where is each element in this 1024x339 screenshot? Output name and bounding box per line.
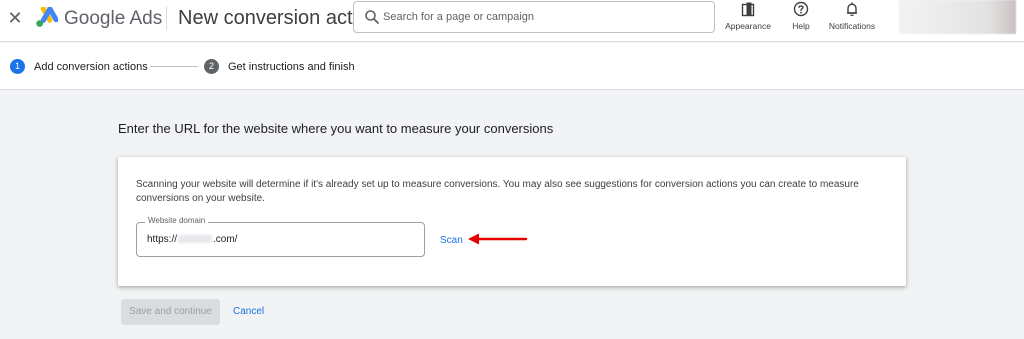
step-1-label: Add conversion actions [34, 61, 148, 73]
step-1-number: 1 [10, 59, 25, 74]
help-label: Help [792, 21, 810, 31]
cancel-button[interactable]: Cancel [233, 306, 264, 317]
appearance-icon [741, 2, 755, 17]
step-connector [150, 66, 198, 67]
appearance-label: Appearance [725, 21, 771, 31]
url-suffix: .com/ [213, 234, 238, 245]
website-domain-field[interactable]: Website domain https:// .com/ [136, 216, 425, 257]
notifications-button[interactable]: Notifications [823, 0, 881, 31]
website-domain-input[interactable]: https:// .com/ [147, 234, 237, 245]
section-heading: Enter the URL for the website where you … [118, 121, 554, 136]
scan-button[interactable]: Scan [440, 235, 463, 246]
redacted-domain [178, 235, 213, 244]
brand-name: Google Ads [64, 8, 163, 29]
appearance-button[interactable]: Appearance [722, 0, 774, 31]
website-scan-card: Scanning your website will determine if … [118, 157, 906, 286]
search-icon [365, 10, 379, 24]
annotation-arrow-icon [468, 233, 528, 245]
progress-stepper: 1 Add conversion actions 2 Get instructi… [0, 43, 1024, 90]
help-icon [793, 1, 809, 17]
account-avatar[interactable] [899, 0, 1016, 34]
step-2-label: Get instructions and finish [228, 61, 355, 73]
step-2-number: 2 [204, 59, 219, 74]
website-domain-label: Website domain [145, 216, 209, 225]
page-title: New conversion action [178, 7, 380, 29]
search-placeholder[interactable]: Search for a page or campaign [383, 11, 534, 23]
header-divider [166, 6, 167, 30]
card-description: Scanning your website will determine if … [136, 179, 859, 204]
url-prefix: https:// [147, 234, 178, 245]
notifications-label: Notifications [828, 21, 876, 31]
search-box[interactable]: Search for a page or campaign [353, 1, 715, 33]
help-button[interactable]: Help [785, 0, 817, 31]
bell-icon [847, 2, 857, 16]
close-icon[interactable]: ✕ [6, 9, 24, 27]
save-and-continue-button[interactable]: Save and continue [121, 299, 220, 325]
google-ads-logo [36, 7, 58, 27]
top-bar: ✕ Google Ads New conversion action Searc… [0, 0, 1024, 42]
